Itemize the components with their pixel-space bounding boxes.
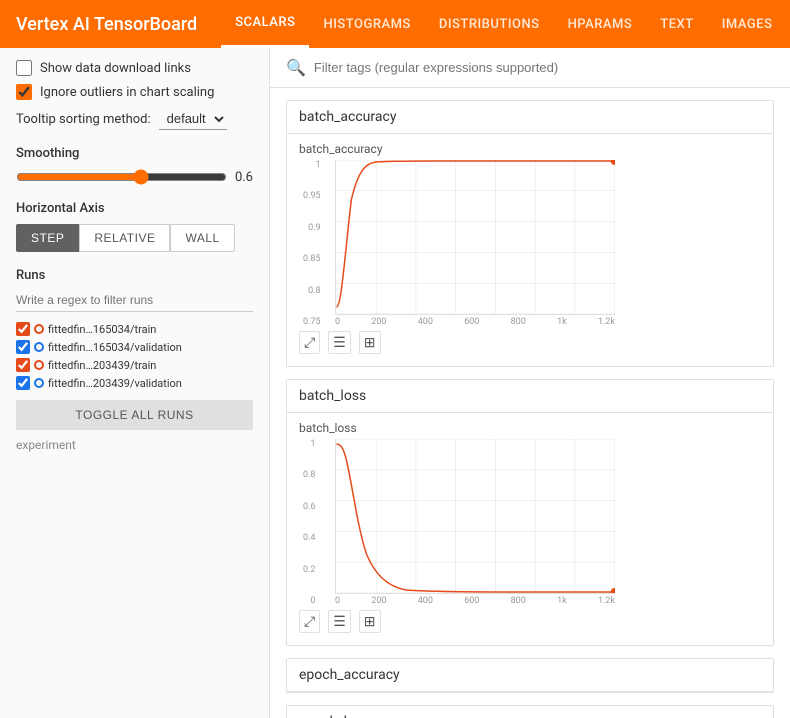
settings-section: Show data download links Ignore outliers… <box>16 60 253 130</box>
ignore-outliers-label: Ignore outliers in chart scaling <box>40 85 214 100</box>
sidebar: Show data download links Ignore outliers… <box>0 48 270 718</box>
chart-toolbar-batch-loss: ⤢ ☰ ⊞ <box>299 606 761 641</box>
h-axis-label: Horizontal Axis <box>16 201 253 216</box>
smoothing-section: Smoothing 0.6 <box>16 146 253 185</box>
chart-toolbar-batch-accuracy: ⤢ ☰ ⊞ <box>299 327 761 362</box>
nav-hparams[interactable]: HPARAMS <box>554 0 647 48</box>
run-checkbox-2[interactable] <box>16 340 30 354</box>
nav-text[interactable]: TEXT <box>646 0 707 48</box>
section-epoch-accuracy: epoch_accuracy <box>286 658 774 693</box>
chart-title-batch-loss: batch_loss <box>299 421 761 435</box>
data-btn-batch-accuracy[interactable]: ☰ <box>328 331 351 354</box>
h-axis-section: Horizontal Axis STEP RELATIVE WALL <box>16 201 253 252</box>
chart-area-batch-accuracy <box>335 160 615 315</box>
runs-list: fittedfin…165034/train fittedfin…165034/… <box>16 322 253 390</box>
main-content: 🔍 batch_accuracy batch_accuracy 10.950.9… <box>270 48 790 718</box>
section-header-batch-accuracy: batch_accuracy <box>287 101 773 134</box>
tooltip-select[interactable]: default <box>159 108 227 130</box>
section-epoch-loss: epoch_loss <box>286 705 774 718</box>
run-text-3: fittedfin…203439/train <box>48 359 156 372</box>
run-dot-2 <box>34 342 44 352</box>
tag-filter-input[interactable] <box>314 60 774 75</box>
fit-btn-batch-loss[interactable]: ⊞ <box>359 610 381 633</box>
ignore-outliers-checkbox[interactable] <box>16 84 32 100</box>
expand-btn-batch-accuracy[interactable]: ⤢ <box>299 331 320 354</box>
section-batch-loss: batch_loss batch_loss 10.80.60.40.20 <box>286 379 774 646</box>
run-item-4: fittedfin…203439/validation <box>16 376 253 390</box>
y-axis-batch-accuracy: 10.950.90.850.80.75 <box>303 160 321 327</box>
runs-label: Runs <box>16 268 253 283</box>
y-axis-batch-loss: 10.80.60.40.20 <box>303 439 316 606</box>
x-axis-batch-loss: 02004006008001k1.2k <box>335 594 615 606</box>
run-dot-4 <box>34 378 44 388</box>
chart-container-batch-loss: batch_loss 10.80.60.40.20 <box>287 413 773 645</box>
axis-buttons: STEP RELATIVE WALL <box>16 224 253 252</box>
axis-relative-btn[interactable]: RELATIVE <box>79 224 170 252</box>
experiment-label: experiment <box>16 438 253 452</box>
nav-bar: SCALARS HISTOGRAMS DISTRIBUTIONS HPARAMS… <box>221 0 790 48</box>
nav-graphs[interactable]: GRAPHS <box>786 0 790 48</box>
search-icon: 🔍 <box>286 58 306 77</box>
x-axis-batch-accuracy: 02004006008001k1.2k <box>335 315 615 327</box>
chart-container-batch-accuracy: batch_accuracy 10.950.90.850.80.75 <box>287 134 773 366</box>
runs-section: Runs fittedfin…165034/train fittedfin…16… <box>16 268 253 452</box>
ignore-outliers-row: Ignore outliers in chart scaling <box>16 84 253 100</box>
section-header-batch-loss: batch_loss <box>287 380 773 413</box>
chart-area-batch-loss <box>335 439 615 594</box>
runs-filter-input[interactable] <box>16 289 253 312</box>
axis-step-btn[interactable]: STEP <box>16 224 79 252</box>
run-item-2: fittedfin…165034/validation <box>16 340 253 354</box>
smoothing-slider[interactable] <box>16 169 227 185</box>
fit-btn-batch-accuracy[interactable]: ⊞ <box>359 331 381 354</box>
section-header-epoch-loss: epoch_loss <box>287 706 773 718</box>
nav-distributions[interactable]: DISTRIBUTIONS <box>425 0 554 48</box>
filter-bar: 🔍 <box>270 48 790 88</box>
tooltip-row: Tooltip sorting method: default <box>16 108 253 130</box>
run-text-4: fittedfin…203439/validation <box>48 377 182 390</box>
run-checkbox-4[interactable] <box>16 376 30 390</box>
smoothing-value: 0.6 <box>235 170 253 185</box>
smoothing-label: Smoothing <box>16 146 253 161</box>
show-download-checkbox[interactable] <box>16 60 32 76</box>
nav-histograms[interactable]: HISTOGRAMS <box>309 0 424 48</box>
chart-title-batch-accuracy: batch_accuracy <box>299 142 761 156</box>
main-layout: Show data download links Ignore outliers… <box>0 48 790 718</box>
show-download-label: Show data download links <box>40 61 191 76</box>
smoothing-row: 0.6 <box>16 169 253 185</box>
brand-logo: Vertex AI TensorBoard <box>16 14 197 35</box>
run-item-1: fittedfin…165034/train <box>16 322 253 336</box>
axis-wall-btn[interactable]: WALL <box>170 224 234 252</box>
run-checkbox-3[interactable] <box>16 358 30 372</box>
nav-images[interactable]: IMAGES <box>708 0 787 48</box>
run-dot-1 <box>34 324 44 334</box>
top-nav: Vertex AI TensorBoard SCALARS HISTOGRAMS… <box>0 0 790 48</box>
run-checkbox-1[interactable] <box>16 322 30 336</box>
run-item-3: fittedfin…203439/train <box>16 358 253 372</box>
nav-scalars[interactable]: SCALARS <box>221 0 309 48</box>
show-download-row: Show data download links <box>16 60 253 76</box>
tooltip-label: Tooltip sorting method: <box>16 112 151 127</box>
section-batch-accuracy: batch_accuracy batch_accuracy 10.950.90.… <box>286 100 774 367</box>
run-dot-3 <box>34 360 44 370</box>
run-text-1: fittedfin…165034/train <box>48 323 156 336</box>
data-btn-batch-loss[interactable]: ☰ <box>328 610 351 633</box>
toggle-all-runs-button[interactable]: TOGGLE ALL RUNS <box>16 400 253 430</box>
section-header-epoch-accuracy: epoch_accuracy <box>287 659 773 692</box>
expand-btn-batch-loss[interactable]: ⤢ <box>299 610 320 633</box>
run-text-2: fittedfin…165034/validation <box>48 341 182 354</box>
